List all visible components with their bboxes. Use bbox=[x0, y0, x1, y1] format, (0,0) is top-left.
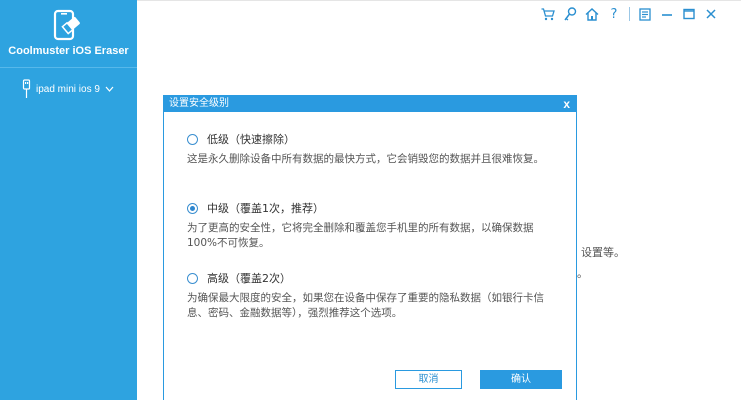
title-toolbar: ? bbox=[538, 6, 721, 22]
option-low-description: 这是永久删除设备中所有数据的最快方式，它会销毁您的数据并且很难恢复。 bbox=[187, 153, 544, 165]
minimize-icon[interactable] bbox=[657, 6, 677, 22]
dialog-header: 设置安全级别 x bbox=[164, 96, 576, 112]
close-icon[interactable] bbox=[701, 6, 721, 22]
radio-medium[interactable] bbox=[187, 202, 198, 214]
option-high-label: 高级（覆盖2次） bbox=[207, 272, 291, 285]
radio-low[interactable] bbox=[187, 133, 198, 145]
cancel-button[interactable]: 取消 bbox=[395, 370, 462, 389]
dialog-close-button[interactable]: x bbox=[563, 96, 570, 112]
option-medium-description: 为了更高的安全性，它将完全删除和覆盖您手机里的所有数据，以确保数据100%不可恢… bbox=[187, 222, 534, 249]
eraser-phone-icon bbox=[52, 9, 82, 43]
app-name: Coolmuster iOS Eraser bbox=[8, 45, 129, 57]
option-high-description: 为确保最大限度的安全，如果您在设备中保存了重要的隐私数据（如银行卡信息、密码、金… bbox=[187, 292, 544, 319]
option-medium[interactable]: 中级（覆盖1次，推荐） bbox=[187, 200, 324, 216]
option-medium-label: 中级（覆盖1次，推荐） bbox=[207, 202, 324, 215]
sidebar: Coolmuster iOS Eraser ipad mini ios 9 bbox=[0, 0, 137, 400]
radio-high[interactable] bbox=[187, 272, 198, 284]
device-name: ipad mini ios 9 bbox=[36, 83, 100, 95]
maximize-icon[interactable] bbox=[679, 6, 699, 22]
usb-icon bbox=[22, 79, 31, 98]
security-level-dialog: 设置安全级别 x 低级（快速擦除） 这是永久删除设备中所有数据的最快方式，它会销… bbox=[163, 95, 577, 400]
dialog-title: 设置安全级别 bbox=[169, 98, 229, 109]
background-partial-text: 、设置等。 bbox=[570, 246, 625, 259]
toolbar-separator bbox=[629, 7, 630, 21]
chevron-down-icon[interactable] bbox=[105, 86, 114, 92]
option-low[interactable]: 低级（快速擦除） bbox=[187, 131, 295, 147]
top-border bbox=[137, 0, 741, 1]
background-partial-dot: 。 bbox=[577, 267, 588, 280]
option-low-label: 低级（快速擦除） bbox=[207, 133, 295, 146]
option-high[interactable]: 高级（覆盖2次） bbox=[187, 270, 291, 286]
key-icon[interactable] bbox=[560, 6, 580, 22]
help-icon[interactable]: ? bbox=[604, 6, 624, 22]
feedback-icon[interactable] bbox=[635, 6, 655, 22]
sidebar-divider bbox=[0, 67, 137, 68]
cart-icon[interactable] bbox=[538, 6, 558, 22]
home-icon[interactable] bbox=[582, 6, 602, 22]
radio-selected-dot bbox=[190, 205, 195, 211]
confirm-button[interactable]: 确认 bbox=[480, 370, 562, 389]
device-selector[interactable]: ipad mini ios 9 bbox=[22, 78, 119, 100]
